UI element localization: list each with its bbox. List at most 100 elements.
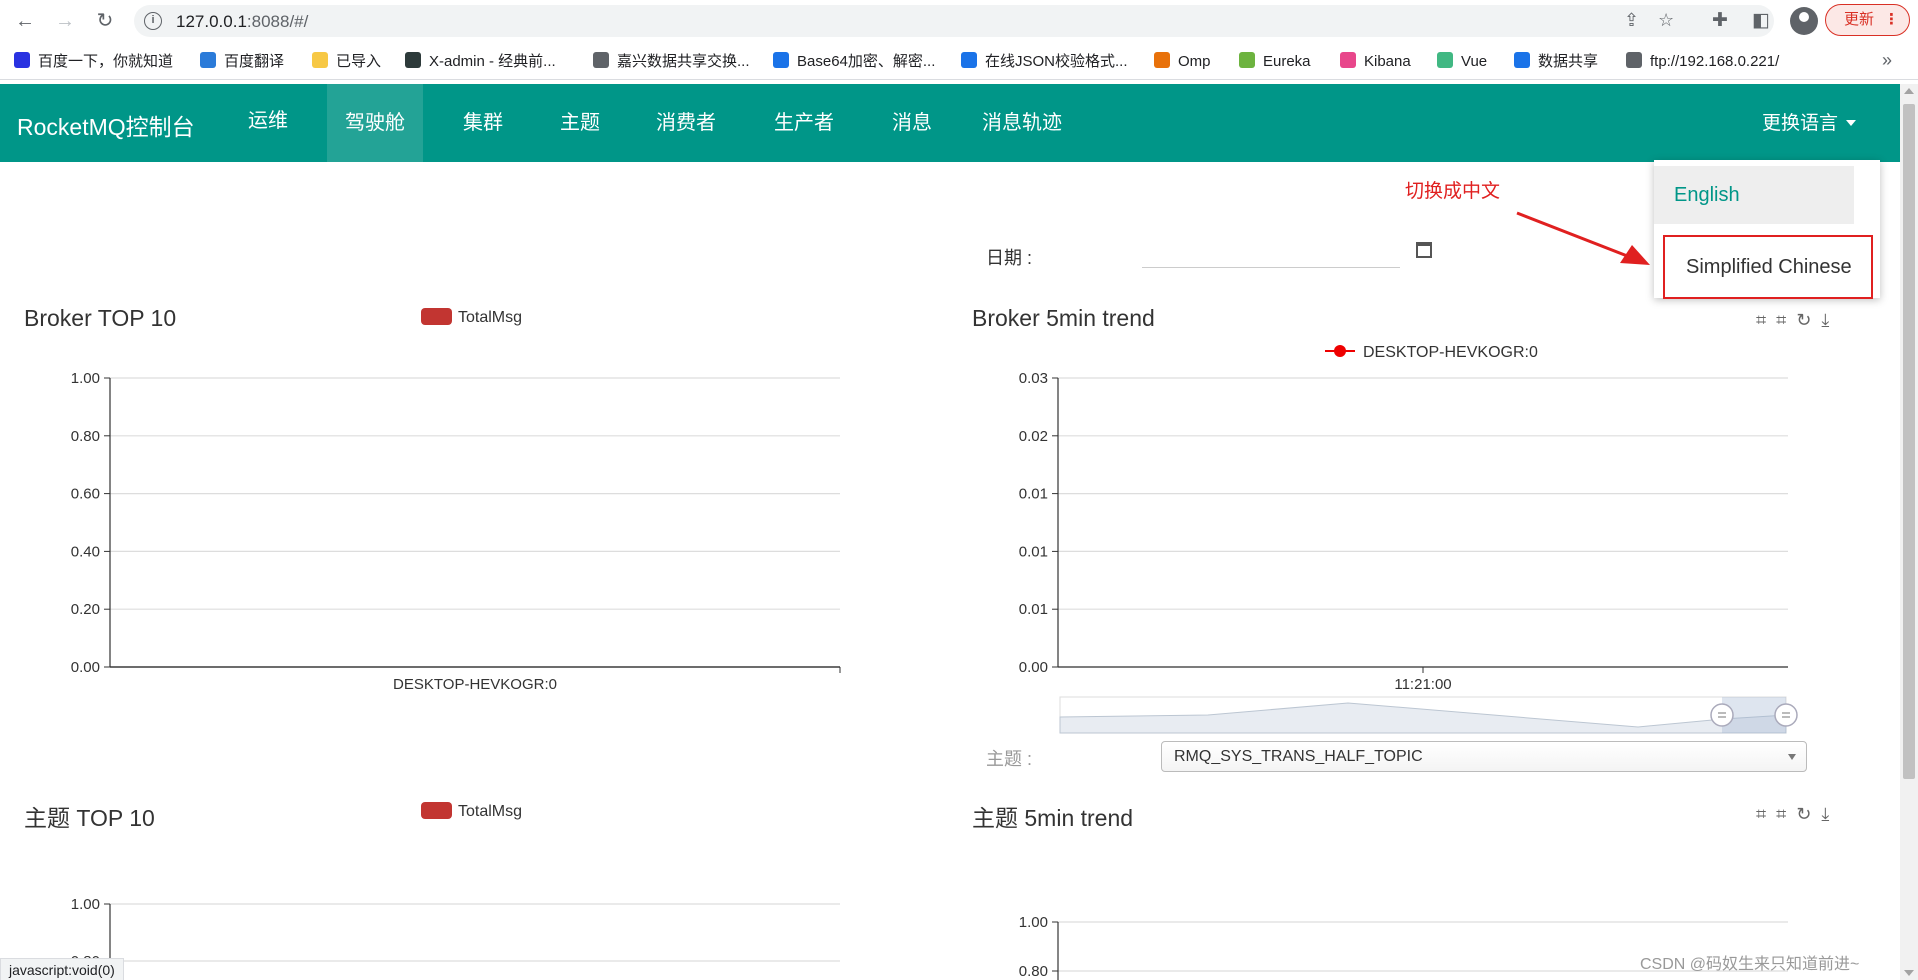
caret-down-icon [1788,754,1796,760]
url-path: :8088/#/ [246,12,309,31]
reload-icon[interactable]: ↻ [92,8,118,34]
legend-swatch [421,802,452,819]
x-tick-label: DESKTOP-HEVKOGR:0 [393,676,557,693]
download-icon[interactable]: ⤓ [1821,804,1839,824]
restore-icon[interactable]: ↻ [1796,804,1821,824]
y-tick-label: 0.01 [1019,543,1048,560]
url-text: 127.0.0.1:8088/#/ [176,12,308,32]
y-tick-label: 0.00 [1019,659,1048,676]
watermark: CSDN @码奴生来只知道前进~ [1640,956,1860,973]
address-bar[interactable]: i 127.0.0.1:8088/#/ ⇪ ☆ [134,5,1774,37]
topic-select[interactable]: RMQ_SYS_TRANS_HALF_TOPIC [1161,741,1807,772]
extensions-icon[interactable]: ✚ [1712,9,1728,32]
nav-menu-item[interactable]: 驾驶舱 [327,84,423,162]
side-panel-icon[interactable]: ◧ [1752,9,1770,32]
bookmark-item[interactable]: 数据共享 [1514,52,1598,72]
restore-icon[interactable]: ↻ [1796,310,1821,330]
bookmark-label: 数据共享 [1538,53,1599,70]
bookmark-favicon-icon [773,52,789,68]
datazoom-handle[interactable] [1774,703,1798,727]
y-tick-label: 0.60 [71,486,100,503]
bookmark-label: Omp [1178,53,1211,70]
zoom-reset-icon[interactable]: ⌗ [1776,310,1796,330]
calendar-icon[interactable] [1416,242,1432,258]
forward-icon[interactable]: → [52,8,78,34]
zoom-icon[interactable]: ⌗ [1756,804,1776,824]
bookmarks-more-icon[interactable]: » [1882,50,1892,71]
download-icon[interactable]: ⤓ [1821,310,1839,330]
bookmark-favicon-icon [1154,52,1170,68]
bookmark-item[interactable]: Eureka [1239,52,1311,72]
bookmark-favicon-icon [1626,52,1642,68]
y-tick-label: 0.80 [1019,963,1048,980]
scroll-down-icon[interactable] [1904,970,1914,976]
topic-top-title: 主题 TOP 10 [24,805,155,831]
bookmark-favicon-icon [1239,52,1255,68]
bookmark-favicon-icon [1340,52,1356,68]
site-info-icon[interactable]: i [144,12,162,30]
bookmark-item[interactable]: 已导入 [312,52,381,72]
bookmark-item[interactable]: Omp [1154,52,1211,72]
broker-top-chart: 0.00 0.20 0.40 0.60 0.80 1.00 DESKTOP-HEVKOGR:… [71,370,841,693]
language-option-simplified-chinese[interactable]: Simplified Chinese [1663,235,1873,299]
bookmark-favicon-icon [14,52,30,68]
bookmarks-bar: 百度一下，你就知道 百度翻译 已导入 X-admin - 经典前... 嘉兴数据共享交换… [0,42,1918,80]
bookmark-item[interactable]: 百度一下，你就知道 [14,52,173,72]
y-tick-label: 1.00 [71,370,100,387]
scrollbar-thumb[interactable] [1903,104,1915,779]
bookmark-item[interactable]: ftp://192.168.0.221/ [1626,52,1779,72]
bookmark-item[interactable]: Base64加密、解密... [773,52,935,72]
update-label: 更新 [1844,11,1875,28]
back-icon[interactable]: ← [12,8,38,34]
legend-label: TotalMsg [458,803,523,820]
legend-label: DESKTOP-HEVKOGR:0 [1363,344,1538,361]
nav-menu-item[interactable]: 消费者 [637,84,735,162]
bookmark-label: Kibana [1364,53,1411,70]
bookmark-label: Vue [1461,53,1488,70]
browser-toolbar: ← → ↻ i 127.0.0.1:8088/#/ ⇪ ☆ ✚ ◧ 更新 ⋮ [0,0,1918,42]
topic-selected-value: RMQ_SYS_TRANS_HALF_TOPIC [1174,748,1423,765]
bookmark-favicon-icon [200,52,216,68]
brand-title[interactable]: RocketMQ控制台 [17,108,195,142]
language-option-english[interactable]: English [1654,166,1854,224]
zoom-reset-icon[interactable]: ⌗ [1776,804,1796,824]
profile-avatar[interactable] [1790,7,1818,35]
nav-menu-item[interactable]: 集群 [442,84,524,162]
bookmark-item[interactable]: Vue [1437,52,1487,72]
bookmark-item[interactable]: 在线JSON校验格式... [961,52,1128,72]
bookmark-favicon-icon [405,52,421,68]
y-tick-label: 1.00 [1019,914,1048,931]
share-icon[interactable]: ⇪ [1624,10,1639,31]
nav-menu-item[interactable]: 生产者 [756,84,852,162]
bookmark-item[interactable]: Kibana [1340,52,1411,72]
update-button[interactable]: 更新 ⋮ [1825,4,1910,36]
broker-trend-toolbox: ⌗⌗↻⤓ [1756,310,1839,331]
bookmark-label: 已导入 [336,53,382,70]
date-input[interactable] [1142,238,1400,268]
star-icon[interactable]: ☆ [1658,10,1674,31]
y-tick-label: 0.01 [1019,601,1048,618]
zoom-icon[interactable]: ⌗ [1756,310,1776,330]
scroll-up-icon[interactable] [1904,88,1914,94]
legend-swatch [421,308,452,325]
app-header: RocketMQ控制台 运维 驾驶舱 集群 主题 消费者 生产者 消息 消息轨迹 更换语言 [0,84,1900,162]
datazoom-handle[interactable] [1710,703,1734,727]
page-scrollbar[interactable] [1900,84,1918,980]
nav-menu-item[interactable]: 运维 [230,84,306,162]
bookmark-label: X-admin - 经典前... [429,53,556,70]
topic-trend-title: 主题 5min trend [972,805,1134,831]
nav-menu-item[interactable]: 主题 [539,84,621,162]
topic-label: 主题 : [986,749,1033,769]
nav-menu-item[interactable]: 消息 [871,84,953,162]
caret-down-icon [1846,120,1857,126]
change-language-toggle[interactable]: 更换语言 [1762,108,1857,135]
bookmark-label: Eureka [1263,53,1311,70]
bookmark-item[interactable]: X-admin - 经典前... [405,52,556,72]
broker-top-legend[interactable]: TotalMsg [421,308,522,327]
nav-menu-item[interactable]: 消息轨迹 [960,84,1084,162]
bookmark-favicon-icon [1437,52,1453,68]
topic-top-legend[interactable]: TotalMsg [421,802,522,821]
bookmark-item[interactable]: 嘉兴数据共享交换... [593,52,750,72]
language-dropdown: English Simplified Chinese [1654,160,1880,299]
bookmark-item[interactable]: 百度翻译 [200,52,284,72]
